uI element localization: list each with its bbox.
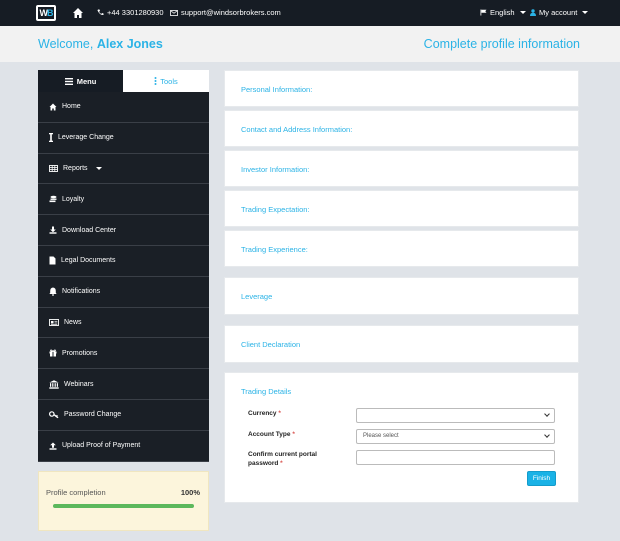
welcome-bar: Welcome, Alex Jones Complete profile inf… bbox=[0, 26, 620, 62]
section-title[interactable]: Trading Expectation: bbox=[241, 205, 310, 214]
section-client-declaration[interactable]: Client Declaration bbox=[224, 325, 579, 363]
chevron-down-icon bbox=[519, 11, 526, 14]
sidebar-item-password-change[interactable]: Password Change bbox=[38, 399, 209, 431]
table-icon bbox=[49, 165, 58, 172]
section-personal-information[interactable]: Personal Information: bbox=[224, 70, 579, 107]
sidebar-item-webinars[interactable]: Webinars bbox=[38, 369, 209, 400]
language-label: English bbox=[490, 8, 515, 17]
vertical-ellipsis-icon bbox=[154, 77, 157, 85]
currency-select[interactable] bbox=[356, 408, 555, 423]
account-type-label: Account Type * bbox=[248, 431, 295, 438]
account-type-select[interactable]: Please select bbox=[356, 429, 555, 444]
sidebar-item-news[interactable]: News bbox=[38, 307, 209, 339]
currency-label: Currency * bbox=[248, 410, 281, 417]
phone-contact[interactable]: +44 3301280930 bbox=[97, 8, 164, 17]
home-icon[interactable] bbox=[72, 7, 84, 19]
tab-tools[interactable]: Tools bbox=[123, 70, 209, 92]
bank-icon bbox=[49, 379, 59, 389]
sidebar-item-leverage-change[interactable]: Leverage Change bbox=[38, 122, 209, 154]
sidebar-item-upload-proof-of-payment[interactable]: Upload Proof of Payment bbox=[38, 430, 209, 462]
flag-icon bbox=[480, 9, 487, 16]
section-leverage[interactable]: Leverage bbox=[224, 277, 579, 315]
email-contact[interactable]: support@windsorbrokers.com bbox=[170, 8, 281, 17]
section-title[interactable]: Contact and Address Information: bbox=[241, 125, 352, 134]
chevron-down-icon bbox=[95, 166, 102, 170]
user-icon bbox=[530, 9, 536, 16]
complete-profile-heading: Complete profile information bbox=[423, 37, 580, 51]
section-investor-information[interactable]: Investor Information: bbox=[224, 150, 579, 187]
home-icon bbox=[49, 103, 57, 111]
phone-icon bbox=[97, 9, 104, 16]
progress-fill bbox=[53, 504, 194, 508]
account-label: My account bbox=[539, 8, 578, 17]
download-icon bbox=[49, 226, 57, 234]
chevron-down-icon bbox=[582, 11, 589, 14]
profile-completion-progress bbox=[53, 504, 194, 508]
section-contact-address[interactable]: Contact and Address Information: bbox=[224, 110, 579, 147]
upload-icon bbox=[49, 442, 57, 450]
envelope-icon bbox=[170, 9, 178, 16]
chevron-down-icon bbox=[544, 411, 550, 417]
sidebar-item-promotions[interactable]: Promotions bbox=[38, 338, 209, 370]
finish-button[interactable]: Finish bbox=[527, 471, 556, 486]
section-title[interactable]: Investor Information: bbox=[241, 165, 309, 174]
section-title[interactable]: Leverage bbox=[241, 292, 272, 301]
gift-icon bbox=[49, 349, 57, 357]
phone-number: +44 3301280930 bbox=[107, 8, 164, 17]
section-title[interactable]: Personal Information: bbox=[241, 85, 312, 94]
sidebar-menu: Home Leverage Change Reports Loyalty Dow… bbox=[38, 92, 209, 462]
email-address: support@windsorbrokers.com bbox=[181, 8, 281, 17]
language-dropdown[interactable]: English bbox=[480, 8, 526, 17]
account-dropdown[interactable]: My account bbox=[530, 8, 589, 17]
top-navbar: WB +44 3301280930 support@windsorbrokers… bbox=[0, 0, 620, 26]
profile-completion-value: 100% bbox=[180, 488, 200, 497]
bell-icon bbox=[49, 287, 57, 297]
key-icon bbox=[49, 411, 59, 419]
user-name: Alex Jones bbox=[96, 37, 163, 51]
profile-completion-card: Profile completion 100% bbox=[38, 471, 209, 531]
brand-logo[interactable]: WB bbox=[36, 5, 56, 21]
sidebar-tabs: Menu Tools bbox=[38, 70, 209, 92]
sidebar-item-download-center[interactable]: Download Center bbox=[38, 215, 209, 246]
password-label: Confirm current portal password * bbox=[248, 451, 317, 467]
section-title[interactable]: Client Declaration bbox=[241, 340, 300, 349]
file-icon bbox=[49, 256, 56, 265]
profile-completion-label: Profile completion bbox=[46, 488, 106, 497]
section-trading-details: Trading Details Currency * Account Type … bbox=[224, 372, 579, 503]
section-trading-expectation[interactable]: Trading Expectation: bbox=[224, 190, 579, 227]
tab-menu[interactable]: Menu bbox=[38, 70, 123, 92]
section-trading-experience[interactable]: Trading Experience: bbox=[224, 230, 579, 267]
chevron-down-icon bbox=[544, 432, 550, 438]
bars-icon bbox=[64, 77, 73, 85]
sidebar-item-home[interactable]: Home bbox=[38, 92, 209, 123]
sidebar-item-reports[interactable]: Reports bbox=[38, 153, 209, 185]
section-title: Trading Details bbox=[241, 387, 292, 396]
leverage-icon bbox=[49, 133, 53, 143]
password-input[interactable] bbox=[356, 450, 555, 465]
coins-icon bbox=[49, 196, 57, 203]
sidebar-item-notifications[interactable]: Notifications bbox=[38, 276, 209, 308]
sidebar-item-legal-documents[interactable]: Legal Documents bbox=[38, 245, 209, 277]
section-title[interactable]: Trading Experience: bbox=[241, 245, 308, 254]
newspaper-icon bbox=[49, 319, 59, 326]
welcome-message: Welcome, Alex Jones bbox=[38, 37, 163, 51]
sidebar-item-loyalty[interactable]: Loyalty bbox=[38, 184, 209, 216]
